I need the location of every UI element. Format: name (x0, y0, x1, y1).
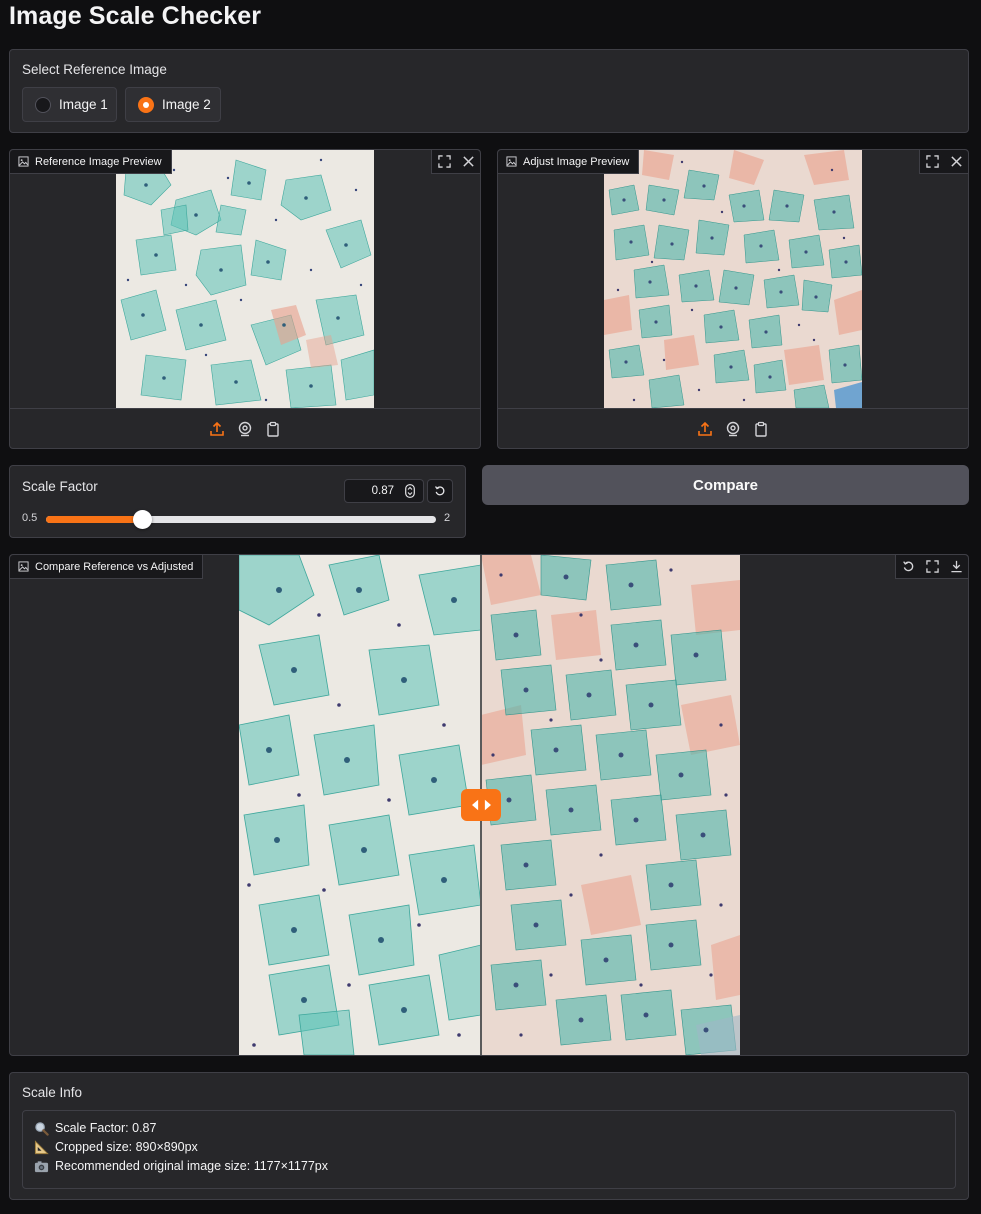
fullscreen-button[interactable] (920, 555, 944, 579)
compare-button[interactable]: Compare (482, 465, 969, 505)
reference-image-toolbar (10, 408, 480, 448)
clear-image-button[interactable] (456, 150, 480, 174)
clipboard-button[interactable] (753, 421, 769, 437)
clipboard-icon (267, 421, 279, 437)
reference-image-label-text: Reference Image Preview (35, 155, 162, 168)
camera-icon (33, 1158, 50, 1175)
adjust-image-toolbar (498, 408, 968, 448)
triangular-ruler-icon (33, 1139, 50, 1156)
scale-factor-label: Scale Factor (22, 479, 98, 494)
reference-selector-panel: Select Reference Image Image 1 Image 2 (9, 49, 969, 133)
download-icon (950, 560, 962, 573)
radio-label-image-1: Image 1 (59, 97, 108, 112)
fullscreen-button[interactable] (920, 150, 944, 174)
fullscreen-icon (925, 560, 939, 573)
adjust-image-controls (919, 150, 968, 174)
adjust-image-label-text: Adjust Image Preview (523, 155, 630, 168)
scale-factor-value: 0.87 (371, 485, 394, 497)
compare-label-text: Compare Reference vs Adjusted (35, 560, 194, 573)
webcam-icon (726, 421, 740, 436)
image-icon (18, 561, 29, 572)
reference-image-panel: Reference Image Preview (9, 149, 481, 449)
scale-slider-thumb[interactable] (132, 510, 152, 529)
reference-selector-label: Select Reference Image (22, 62, 167, 77)
radio-indicator-checked (138, 96, 154, 113)
slider-max-label: 2 (444, 512, 451, 524)
adjust-image (604, 150, 862, 408)
scale-factor-panel: Scale Factor 0.87 0.5 2 (9, 465, 466, 538)
webcam-icon (238, 421, 252, 436)
info-line-scale-factor: Scale Factor: 0.87 (33, 1119, 945, 1138)
compare-adjusted-image (481, 555, 740, 1055)
adjust-image-panel: Adjust Image Preview (497, 149, 969, 449)
clipboard-icon (755, 421, 767, 437)
close-icon (462, 156, 474, 167)
info-line-text: Scale Factor: 0.87 (55, 1121, 157, 1135)
image-icon (18, 156, 29, 167)
scale-slider-fill (46, 516, 143, 523)
slider-min-label: 0.5 (22, 512, 38, 524)
clipboard-button[interactable] (265, 421, 281, 437)
scale-info-label: Scale Info (22, 1085, 83, 1100)
webcam-button[interactable] (725, 421, 741, 437)
compare-controls (895, 555, 968, 579)
webcam-button[interactable] (237, 421, 253, 437)
adjust-image-label: Adjust Image Preview (498, 150, 640, 174)
info-line-recommended-size: Recommended original image size: 1177×11… (33, 1157, 945, 1176)
chevron-left-icon (471, 799, 478, 811)
radio-image-2[interactable]: Image 2 (125, 87, 221, 122)
compare-label: Compare Reference vs Adjusted (10, 555, 204, 579)
scale-slider-track[interactable] (46, 510, 436, 529)
scale-factor-number-input[interactable]: 0.87 (344, 479, 424, 503)
scale-info-box: Scale Factor: 0.87 Cropped size: 890×890… (22, 1110, 956, 1189)
info-line-text: Recommended original image size: 1177×11… (55, 1159, 328, 1173)
fullscreen-icon (925, 155, 939, 168)
radio-image-1[interactable]: Image 1 (22, 87, 117, 122)
scale-info-panel: Scale Info Scale Factor: 0.87 Cropped si… (9, 1072, 969, 1200)
compare-slider-handle[interactable] (461, 789, 501, 821)
app-title: Image Scale Checker (9, 2, 262, 30)
download-button[interactable] (944, 555, 968, 579)
compare-reference-image (239, 555, 481, 1055)
reference-image-label: Reference Image Preview (10, 150, 172, 174)
radio-label-image-2: Image 2 (162, 97, 211, 112)
upload-button[interactable] (209, 421, 225, 437)
stepper-icon[interactable] (404, 484, 416, 498)
fullscreen-icon (437, 155, 451, 168)
reset-button[interactable] (427, 479, 453, 503)
upload-icon (698, 421, 712, 436)
radio-indicator-unchecked (35, 96, 51, 113)
reference-image-controls (431, 150, 480, 174)
chevron-right-icon (484, 799, 491, 811)
close-icon (950, 156, 962, 167)
undo-button[interactable] (896, 555, 920, 579)
image-icon (506, 156, 517, 167)
fullscreen-button[interactable] (432, 150, 456, 174)
info-line-cropped-size: Cropped size: 890×890px (33, 1138, 945, 1157)
clear-image-button[interactable] (944, 150, 968, 174)
undo-icon (902, 561, 913, 572)
upload-icon (210, 421, 224, 436)
info-line-text: Cropped size: 890×890px (55, 1140, 198, 1154)
magnifier-icon (33, 1120, 50, 1137)
upload-button[interactable] (697, 421, 713, 437)
reset-icon (435, 486, 445, 496)
reference-image (116, 150, 374, 408)
compare-panel: Compare Reference vs Adjusted (9, 554, 969, 1056)
